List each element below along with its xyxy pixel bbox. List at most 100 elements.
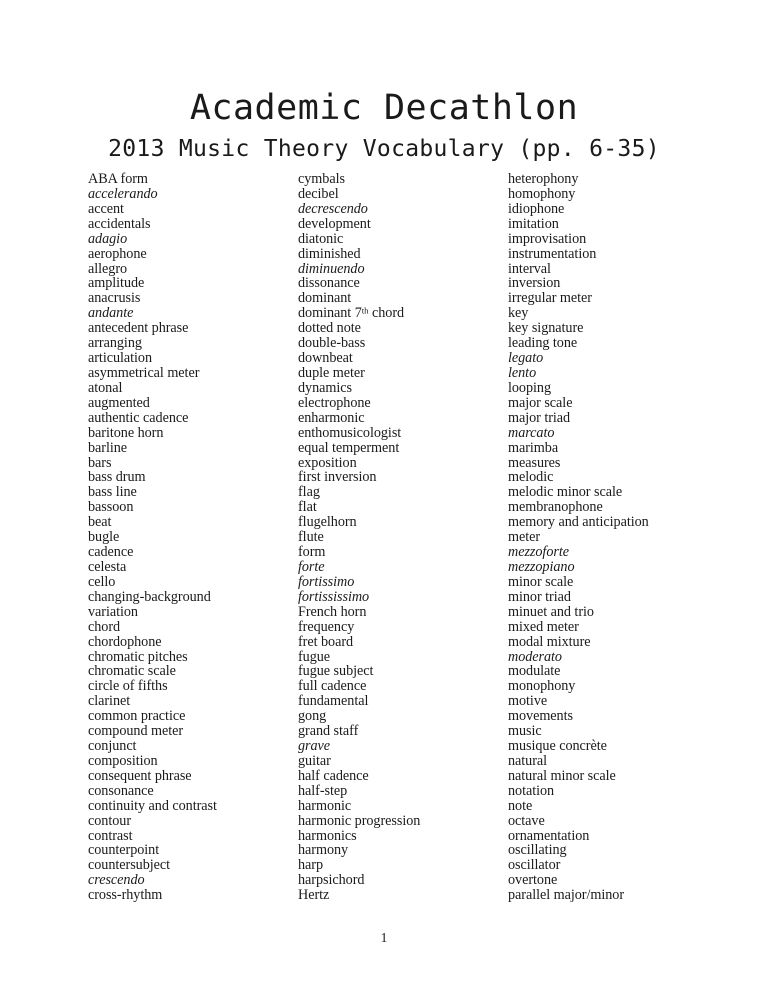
- vocabulary-term: baritone horn: [88, 424, 164, 441]
- vocabulary-term: major scale: [508, 394, 573, 411]
- vocabulary-term: accent: [88, 200, 124, 217]
- vocabulary-term: note: [508, 797, 533, 814]
- vocabulary-term: irregular meter: [508, 290, 592, 307]
- vocabulary-term: octave: [508, 812, 545, 829]
- vocabulary-term: countersubject: [88, 857, 171, 874]
- vocabulary-term: decrescendo: [298, 200, 368, 217]
- vocabulary-term: music: [508, 723, 542, 740]
- vocabulary-term: movements: [508, 708, 573, 725]
- vocabulary-term: articulation: [88, 350, 153, 367]
- vocabulary-term: Hertz: [298, 887, 330, 904]
- vocabulary-term: clarinet: [88, 693, 131, 710]
- vocabulary-term: asymmetrical meter: [88, 364, 200, 381]
- vocabulary-term: flag: [298, 484, 320, 501]
- vocabulary-term: dissonance: [298, 275, 360, 292]
- vocabulary-term: bass line: [88, 484, 137, 501]
- vocabulary-term: melodic minor scale: [508, 484, 623, 501]
- vocabulary-term: development: [298, 215, 371, 232]
- vocabulary-term: minor scale: [508, 573, 574, 590]
- vocabulary-term: moderato: [508, 648, 562, 665]
- vocabulary-term: flugelhorn: [298, 514, 357, 531]
- vocabulary-term: inversion: [508, 275, 561, 292]
- vocabulary-term: mezzopiano: [508, 558, 575, 575]
- vocabulary-term: electrophone: [298, 394, 371, 411]
- vocabulary-term: compound meter: [88, 723, 184, 740]
- vocabulary-column-3: heterophony homophony idiophone imitation im…: [508, 172, 693, 903]
- vocabulary-column-2: cymbals decibel decrescendo development diat…: [298, 172, 508, 903]
- vocabulary-term: contour: [88, 812, 131, 829]
- vocabulary-term: crescendo: [88, 872, 145, 889]
- vocabulary-term: major triad: [508, 409, 571, 426]
- vocabulary-term: gong: [298, 708, 327, 725]
- vocabulary-term: exposition: [298, 454, 357, 471]
- vocabulary-term: legato: [508, 350, 544, 367]
- vocabulary-term: harp: [298, 857, 324, 874]
- vocabulary-term: harmony: [298, 842, 349, 859]
- page-title: Academic Decathlon: [189, 88, 579, 128]
- vocabulary-term: minor triad: [508, 588, 571, 605]
- vocabulary-term: interval: [508, 260, 551, 277]
- vocabulary-term: monophony: [508, 678, 576, 695]
- vocabulary-term: forte: [298, 558, 325, 575]
- vocabulary-term: musique concrète: [508, 738, 607, 755]
- vocabulary-term: marcato: [508, 424, 555, 441]
- vocabulary-term: marimba: [508, 439, 559, 456]
- vocabulary-term: enthomusicologist: [298, 424, 402, 441]
- vocabulary-term: double-bass: [298, 335, 366, 352]
- vocabulary-term: natural minor scale: [508, 767, 616, 784]
- vocabulary-term: improvisation: [508, 230, 587, 247]
- title-block: Academic Decathlon 2013 Music Theory Voc…: [0, 88, 768, 164]
- vocabulary-term: frequency: [298, 618, 355, 635]
- vocabulary-term: fortissimo: [298, 573, 355, 590]
- vocabulary-term: fugue: [298, 648, 331, 665]
- vocabulary-term: continuity and contrast: [88, 797, 217, 814]
- vocabulary-term: memory and anticipation: [508, 514, 649, 531]
- vocabulary-term: key signature: [508, 320, 584, 337]
- vocabulary-term: accidentals: [88, 215, 151, 232]
- vocabulary-term: bass drum: [88, 469, 146, 486]
- vocabulary-term: imitation: [508, 215, 559, 232]
- vocabulary-term: French horn: [298, 603, 367, 620]
- vocabulary-term: diminuendo: [298, 260, 365, 277]
- vocabulary-term: flat: [298, 499, 317, 516]
- vocabulary-term: mezzoforte: [508, 544, 569, 561]
- vocabulary-term: chordophone: [88, 633, 162, 650]
- vocabulary-term: diatonic: [298, 230, 344, 247]
- vocabulary-term: changing-background: [88, 588, 211, 605]
- vocabulary-term: common practice: [88, 708, 186, 725]
- vocabulary-term: consonance: [88, 782, 154, 799]
- vocabulary-term: barline: [88, 439, 128, 456]
- vocabulary-term: leading tone: [508, 335, 578, 352]
- vocabulary-term: harmonics: [298, 827, 357, 844]
- vocabulary-term: authentic cadence: [88, 409, 189, 426]
- vocabulary-term: membranophone: [508, 499, 603, 516]
- vocabulary-term: beat: [88, 514, 112, 531]
- vocabulary-term: contrast: [88, 827, 133, 844]
- vocabulary-term: modulate: [508, 663, 561, 680]
- vocabulary-term: consequent phrase: [88, 767, 192, 784]
- vocabulary-term: mixed meter: [508, 618, 579, 635]
- vocabulary-term: cello: [88, 573, 116, 590]
- ordinal-superscript: th: [361, 305, 369, 316]
- vocabulary-term: looping: [508, 379, 552, 396]
- vocabulary-term: guitar: [298, 752, 331, 769]
- vocabulary-term: chromatic pitches: [88, 648, 188, 665]
- vocabulary-term: bugle: [88, 529, 120, 546]
- vocabulary-term: celesta: [88, 558, 127, 575]
- vocabulary-term: ornamentation: [508, 827, 590, 844]
- vocabulary-term: meter: [508, 529, 541, 546]
- vocabulary-term: circle of fifths: [88, 678, 168, 695]
- vocabulary-term: dominant 7th chord: [298, 305, 405, 322]
- vocabulary-term: cadence: [88, 544, 134, 561]
- vocabulary-term: harmonic progression: [298, 812, 421, 829]
- vocabulary-term: dotted note: [298, 320, 361, 337]
- vocabulary-term: equal temperment: [298, 439, 400, 456]
- vocabulary-term: half cadence: [298, 767, 369, 784]
- page-number: 1: [380, 930, 388, 945]
- vocabulary-term: fugue subject: [298, 663, 374, 680]
- vocabulary-term: composition: [88, 752, 158, 769]
- vocabulary-term: augmented: [88, 394, 150, 411]
- vocabulary-term: antecedent phrase: [88, 320, 189, 337]
- vocabulary-term: variation: [88, 603, 138, 620]
- vocabulary-term: melodic: [508, 469, 554, 486]
